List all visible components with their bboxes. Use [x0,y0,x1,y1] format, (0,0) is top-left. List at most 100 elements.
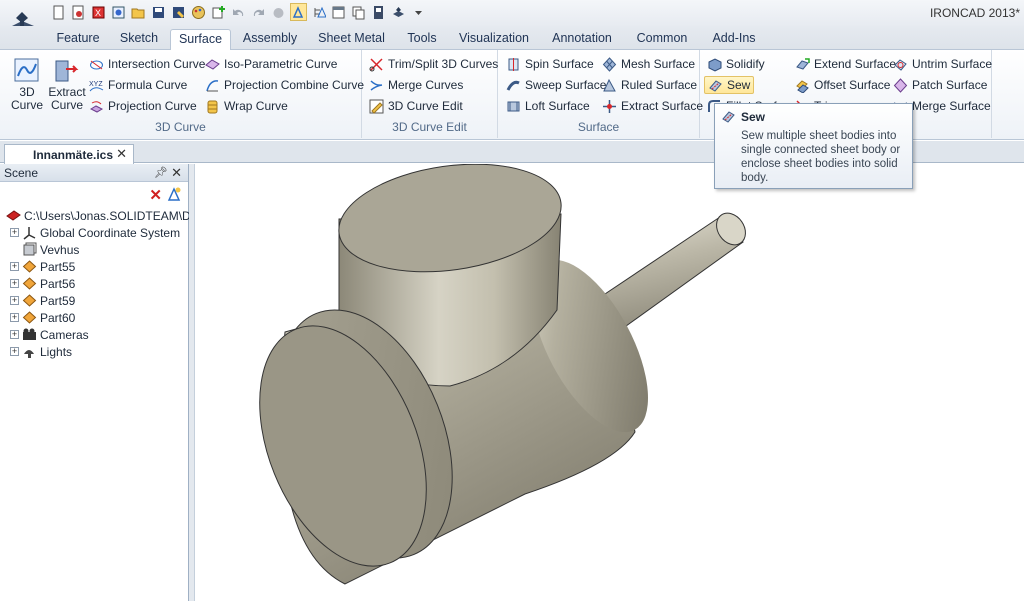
loft-surface-label: Loft Surface [525,99,590,113]
expand-icon[interactable]: + [10,296,19,305]
trim-split-label: Trim/Split 3D Curves [388,57,499,71]
tree-item-label: Global Coordinate System [40,225,181,240]
extend-surface-icon [796,57,810,70]
3d-curve-button[interactable]: 3D Curve [9,56,45,112]
projection-combine-curve-label: Projection Combine Curve [224,78,365,92]
group-3d-curve-edit: Trim/Split 3D Curves Merge Curves 3D Cur… [362,50,498,138]
tree-view-icon[interactable] [310,3,327,21]
projection-combine-curve-button[interactable]: Projection Combine Curve [205,76,364,94]
tree-item-lights[interactable]: + Lights [10,343,72,360]
tab-visualization[interactable]: Visualization [455,29,533,50]
offset-surface-button[interactable]: Offset Surface [795,76,890,94]
spin-surface-button[interactable]: Spin Surface [506,55,594,73]
tab-surface[interactable]: Surface [170,29,231,51]
tree-item-vevhus[interactable]: Vevhus [22,241,79,258]
expand-icon[interactable]: + [10,262,19,271]
new-scene-icon[interactable] [70,3,87,21]
sew-icon [722,111,735,123]
group-label-3d-curve-edit: 3D Curve Edit [392,120,467,134]
window-icon[interactable] [330,3,347,21]
3d-viewport[interactable] [194,163,1024,601]
save-as-icon[interactable] [170,3,187,21]
expand-icon[interactable]: + [10,279,19,288]
camera-icon [23,328,36,340]
expand-icon[interactable]: + [10,228,19,237]
tab-feature[interactable]: Feature [50,29,106,50]
tree-item-label: Vevhus [40,242,80,257]
palette-icon[interactable] [190,3,207,21]
3d-curve-edit-icon [369,99,384,114]
render-icon[interactable] [270,3,287,21]
formula-curve-button[interactable]: XYZ Formula Curve [89,76,187,94]
app-title: IRONCAD 2013* [929,6,1020,20]
merge-curves-button[interactable]: Merge Curves [369,76,463,94]
tree-item-part56[interactable]: + Part56 [10,275,75,292]
tree-item-part55[interactable]: + Part55 [10,258,75,275]
projection-curve-icon [89,100,104,113]
loft-surface-button[interactable]: Loft Surface [506,97,590,115]
tree-item-part60[interactable]: + Part60 [10,309,75,326]
redo-icon[interactable] [250,3,267,21]
sweep-surface-icon [506,80,520,91]
tree-item-scene-root[interactable]: C:\Users\Jonas.SOLIDTEAM\Des [6,207,203,224]
projection-curve-button[interactable]: Projection Curve [89,97,197,115]
tab-sketch[interactable]: Sketch [113,29,165,50]
tree-item-label: C:\Users\Jonas.SOLIDTEAM\Des [24,208,204,223]
new-drawing-icon[interactable]: X [90,3,107,21]
wrap-curve-button[interactable]: Wrap Curve [205,97,288,115]
untrim-surface-button[interactable]: Untrim Surface [893,55,992,73]
pin-icon[interactable]: 📌︎ [154,166,168,179]
tab-add-ins[interactable]: Add-Ins [705,29,763,50]
tab-assembly[interactable]: Assembly [237,29,303,50]
customize-dropdown-icon[interactable] [410,3,427,21]
3d-curve-icon [14,58,39,82]
new-assembly-icon[interactable] [110,3,127,21]
iso-parametric-curve-button[interactable]: Iso-Parametric Curve [205,55,337,73]
intersection-curve-button[interactable]: Intersection Curve [89,55,205,73]
scene-options-icon[interactable] [166,186,182,202]
copy-icon[interactable] [350,3,367,21]
untrim-surface-label: Untrim Surface [912,57,993,71]
offset-surface-label: Offset Surface [814,78,891,92]
patch-surface-button[interactable]: Patch Surface [893,76,987,94]
trim-split-3d-curves-button[interactable]: Trim/Split 3D Curves [369,55,498,73]
expand-icon[interactable]: + [10,313,19,322]
tab-sheet-metal[interactable]: Sheet Metal [313,29,390,50]
solidify-button[interactable]: Solidify [707,55,765,73]
tab-tools[interactable]: Tools [400,29,444,50]
tab-common[interactable]: Common [630,29,694,50]
save-icon[interactable] [150,3,167,21]
extend-surface-button[interactable]: Extend Surface [795,55,896,73]
mesh-surface-button[interactable]: Mesh Surface [602,55,695,73]
close-panel-icon[interactable]: ✕ [171,165,182,181]
document-tab[interactable]: Innanmäte.ics ✕ [4,144,134,164]
app-settings-icon[interactable] [390,3,407,21]
delete-icon[interactable]: ✕ [149,186,162,204]
expand-icon[interactable]: + [10,330,19,339]
group-label-surface: Surface [577,120,620,134]
sweep-surface-button[interactable]: Sweep Surface [506,76,606,94]
tree-item-global-coordinate-system[interactable]: + Global Coordinate System [10,224,180,241]
trim-split-icon [369,57,383,71]
extract-curve-button[interactable]: Extract Curve [48,56,86,112]
3d-curve-edit-button[interactable]: 3D Curve Edit [369,97,463,115]
tree-item-part59[interactable]: + Part59 [10,292,75,309]
spin-surface-icon [508,57,519,71]
offset-surface-icon [796,79,809,93]
open-folder-icon[interactable] [130,3,147,21]
new-file-icon[interactable] [50,3,67,21]
close-icon[interactable]: ✕ [116,146,127,162]
triball-icon[interactable] [290,3,307,21]
tree-item-cameras[interactable]: + Cameras [10,326,89,343]
extract-surface-button[interactable]: Extract Surface [602,97,703,115]
tab-annotation[interactable]: Annotation [545,29,619,50]
sew-button[interactable]: Sew [704,76,755,94]
ruled-surface-button[interactable]: Ruled Surface [602,76,697,94]
document-tab-label: Innanmäte.ics [33,147,114,162]
extend-surface-label: Extend Surface [814,57,897,71]
undo-icon[interactable] [230,3,247,21]
file-icon[interactable] [370,3,387,21]
expand-icon[interactable]: + [10,347,19,356]
add-catalog-icon[interactable] [210,3,227,21]
tree-item-label: Part59 [40,293,76,308]
